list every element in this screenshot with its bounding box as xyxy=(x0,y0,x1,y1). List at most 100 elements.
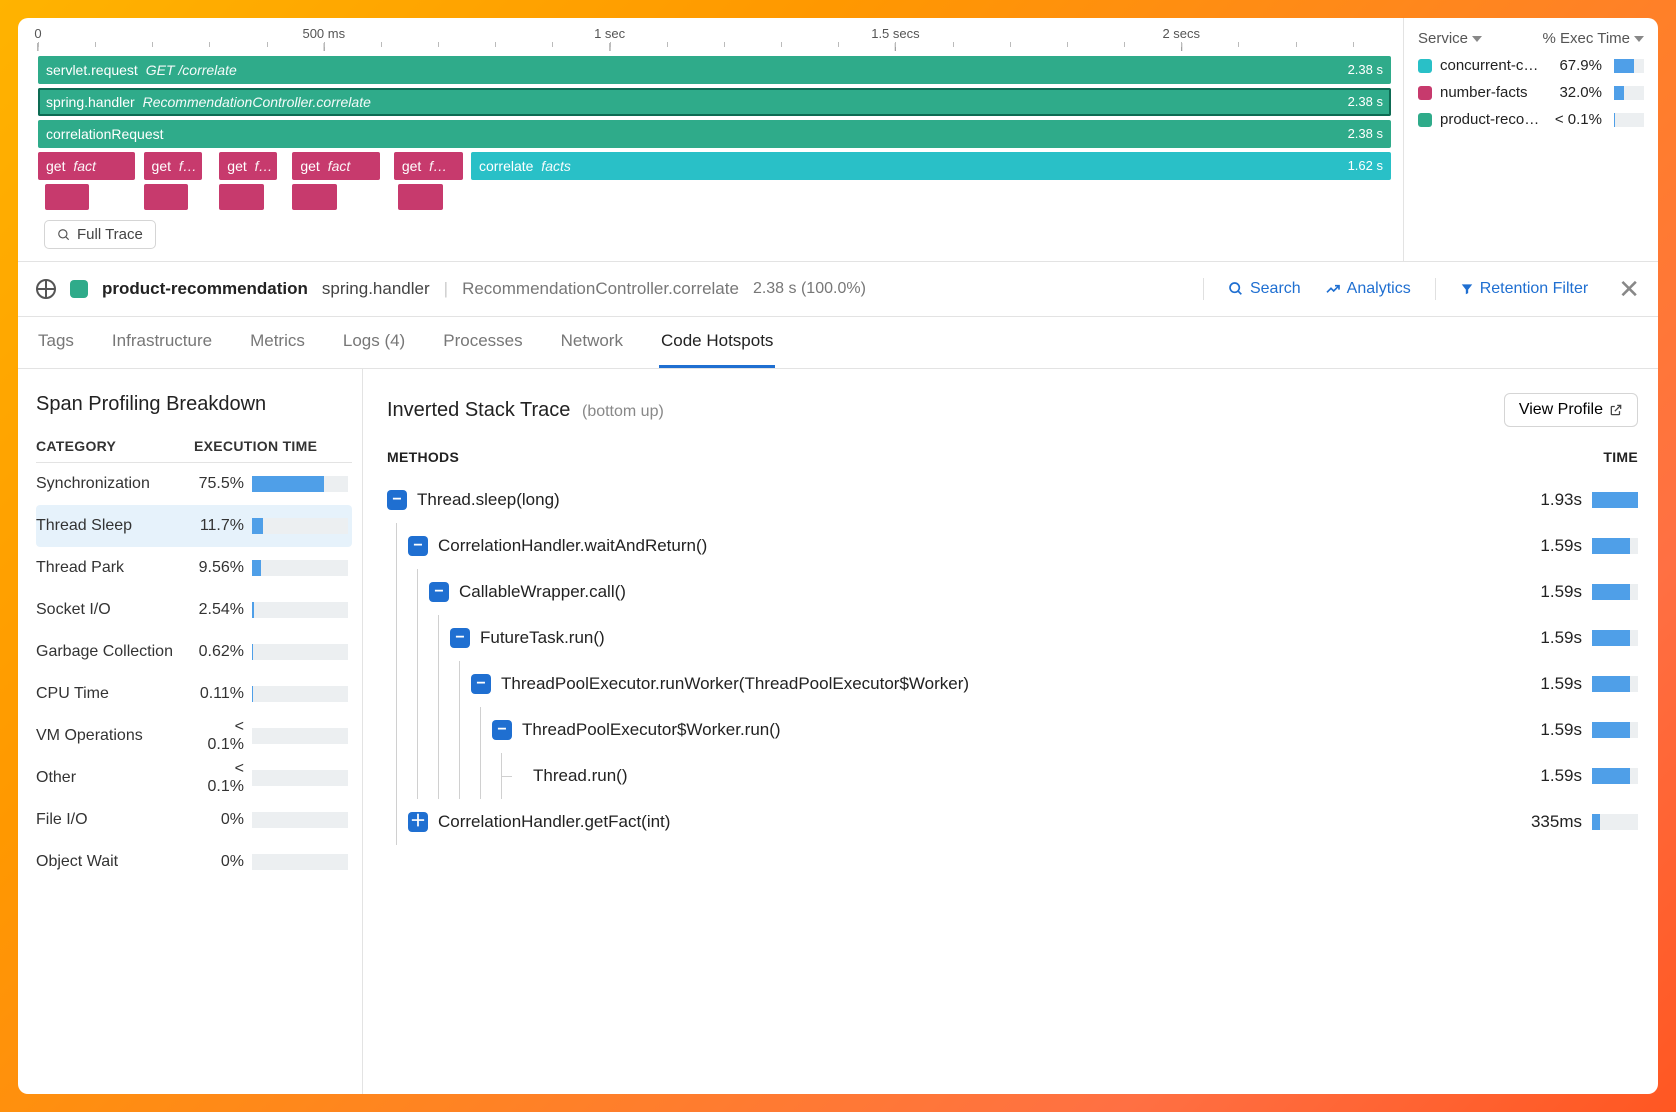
separator: | xyxy=(444,279,448,299)
breakdown-row[interactable]: Garbage Collection 0.62% xyxy=(36,631,352,673)
trace-panel: Inverted Stack Trace (bottom up) View Pr… xyxy=(363,369,1658,1094)
breakdown-row[interactable]: File I/O 0% xyxy=(36,799,352,841)
span-bar[interactable]: servlet.request GET /correlate2.38 s xyxy=(38,56,1391,84)
span-stub[interactable] xyxy=(144,184,189,210)
span-row: get fact get f… get f… get fact get f… correl… xyxy=(38,152,1391,180)
span-bar[interactable]: correlate facts1.62 s xyxy=(471,152,1391,180)
stack-node-label[interactable]: −CallableWrapper.call() 1.59s xyxy=(429,569,1638,615)
span-bar[interactable]: spring.handler RecommendationController.… xyxy=(38,88,1391,116)
tab-infrastructure[interactable]: Infrastructure xyxy=(110,317,214,368)
breakdown-row[interactable]: Synchronization 75.5% xyxy=(36,463,352,505)
retention-filter-button[interactable]: Retention Filter xyxy=(1460,280,1589,298)
separator xyxy=(1203,278,1204,300)
breakdown-pct: 0.11% xyxy=(194,685,252,703)
method-time: 1.59s xyxy=(1512,766,1582,786)
breakdown-pct: 75.5% xyxy=(194,475,252,493)
span-stub[interactable] xyxy=(398,184,443,210)
breakdown-cat: Thread Park xyxy=(36,559,194,577)
close-button[interactable]: ✕ xyxy=(1618,276,1640,302)
header-actions: Search Analytics Retention Filter ✕ xyxy=(1203,276,1640,302)
span-stub[interactable] xyxy=(292,184,337,210)
breakdown-bar xyxy=(252,686,348,702)
expand-icon[interactable]: ＋ xyxy=(408,812,428,832)
stack-node-label[interactable]: −ThreadPoolExecutor.runWorker(ThreadPool… xyxy=(471,661,1638,707)
method-time: 1.59s xyxy=(1512,536,1582,556)
breakdown-head-cat: CATEGORY xyxy=(36,438,194,454)
tab-network[interactable]: Network xyxy=(559,317,625,368)
collapse-icon[interactable]: − xyxy=(492,720,512,740)
magnifier-icon xyxy=(1228,281,1244,297)
globe-icon xyxy=(36,279,56,299)
collapse-icon[interactable]: − xyxy=(408,536,428,556)
span-bar[interactable]: get fact xyxy=(38,152,135,180)
stack-node-label[interactable]: −ThreadPoolExecutor$Worker.run() 1.59s xyxy=(492,707,1638,753)
stack-node-label[interactable]: Thread.run() 1.59s xyxy=(513,753,1638,799)
breakdown-row[interactable]: Thread Sleep 11.7% xyxy=(36,505,352,547)
span-bar[interactable]: correlationRequest2.38 s xyxy=(38,120,1391,148)
stack-children: −FutureTask.run() 1.59s −ThreadPoolExecu… xyxy=(438,615,1638,799)
tab-code-hotspots[interactable]: Code Hotspots xyxy=(659,317,775,368)
breakdown-bar xyxy=(252,476,348,492)
breakdown-row[interactable]: Socket I/O 2.54% xyxy=(36,589,352,631)
service-head-service[interactable]: Service xyxy=(1418,30,1482,47)
tab-metrics[interactable]: Metrics xyxy=(248,317,307,368)
span-rows[interactable]: servlet.request GET /correlate2.38 s spri… xyxy=(38,56,1391,180)
timeline-section: 0500 ms1 sec1.5 secs2 secs servlet.reque… xyxy=(18,18,1658,262)
full-trace-label: Full Trace xyxy=(77,226,143,243)
stack-node-label[interactable]: ＋CorrelationHandler.getFact(int) 335ms xyxy=(408,799,1638,845)
span-row: servlet.request GET /correlate2.38 s xyxy=(38,56,1391,84)
chevron-down-icon xyxy=(1472,36,1482,42)
method-name: FutureTask.run() xyxy=(480,628,1512,648)
tab-logs-4-[interactable]: Logs (4) xyxy=(341,317,407,368)
service-row[interactable]: number-facts 32.0% xyxy=(1418,84,1644,101)
collapse-icon[interactable]: − xyxy=(387,490,407,510)
breakdown-row[interactable]: CPU Time 0.11% xyxy=(36,673,352,715)
breakdown-cat: CPU Time xyxy=(36,685,194,703)
collapse-icon[interactable]: − xyxy=(429,582,449,602)
stack-node: −Thread.sleep(long) 1.93s −CorrelationHa… xyxy=(387,477,1638,845)
breakdown-row[interactable]: Thread Park 9.56% xyxy=(36,547,352,589)
method-time: 1.59s xyxy=(1512,628,1582,648)
span-bar[interactable]: get f… xyxy=(144,152,202,180)
stack-node-label[interactable]: −Thread.sleep(long) 1.93s xyxy=(387,477,1638,523)
span-service: product-recommendation xyxy=(102,279,308,299)
view-profile-button[interactable]: View Profile xyxy=(1504,393,1638,427)
search-button[interactable]: Search xyxy=(1228,280,1301,298)
span-bar[interactable]: get fact xyxy=(292,152,380,180)
breakdown-row[interactable]: Object Wait 0% xyxy=(36,841,352,883)
method-name: Thread.sleep(long) xyxy=(417,490,1512,510)
external-link-icon xyxy=(1609,403,1623,417)
method-name: CorrelationHandler.waitAndReturn() xyxy=(438,536,1512,556)
breakdown-bar xyxy=(252,560,348,576)
stack-node-label[interactable]: −CorrelationHandler.waitAndReturn() 1.59… xyxy=(408,523,1638,569)
breakdown-row[interactable]: Other < 0.1% xyxy=(36,757,352,799)
breakdown-cat: Socket I/O xyxy=(36,601,194,619)
collapse-icon[interactable]: − xyxy=(450,628,470,648)
span-bar[interactable]: get f… xyxy=(219,152,277,180)
tab-processes[interactable]: Processes xyxy=(441,317,524,368)
full-trace-button[interactable]: Full Trace xyxy=(44,220,156,249)
breakdown-cat: VM Operations xyxy=(36,727,194,745)
method-name: ThreadPoolExecutor.runWorker(ThreadPoolE… xyxy=(501,674,1512,694)
trace-head: Inverted Stack Trace (bottom up) View Pr… xyxy=(387,393,1638,427)
stack-node: Thread.run() 1.59s xyxy=(513,753,1638,799)
stack-node-label[interactable]: −FutureTask.run() 1.59s xyxy=(450,615,1638,661)
span-resource: RecommendationController.correlate xyxy=(462,279,739,299)
service-row[interactable]: concurrent-cor… 67.9% xyxy=(1418,57,1644,74)
service-sidebar: Service % Exec Time concurrent-cor… 67.9… xyxy=(1403,18,1658,261)
stack-children: Thread.run() 1.59s xyxy=(501,753,1638,799)
span-stub[interactable] xyxy=(45,184,90,210)
service-row[interactable]: product-recom… < 0.1% xyxy=(1418,111,1644,128)
span-bar[interactable]: get f… xyxy=(394,152,463,180)
span-stub[interactable] xyxy=(219,184,264,210)
analytics-button[interactable]: Analytics xyxy=(1325,280,1411,298)
service-color-chip xyxy=(70,280,88,298)
service-head-pct[interactable]: % Exec Time xyxy=(1542,30,1644,47)
breakdown-cat: Garbage Collection xyxy=(36,643,194,661)
tab-tags[interactable]: Tags xyxy=(36,317,76,368)
breakdown-row[interactable]: VM Operations < 0.1% xyxy=(36,715,352,757)
collapse-icon[interactable]: − xyxy=(471,674,491,694)
trace-title: Inverted Stack Trace (bottom up) xyxy=(387,399,664,422)
service-pct: 67.9% xyxy=(1554,57,1602,74)
stack-node: −ThreadPoolExecutor$Worker.run() 1.59s T… xyxy=(492,707,1638,799)
